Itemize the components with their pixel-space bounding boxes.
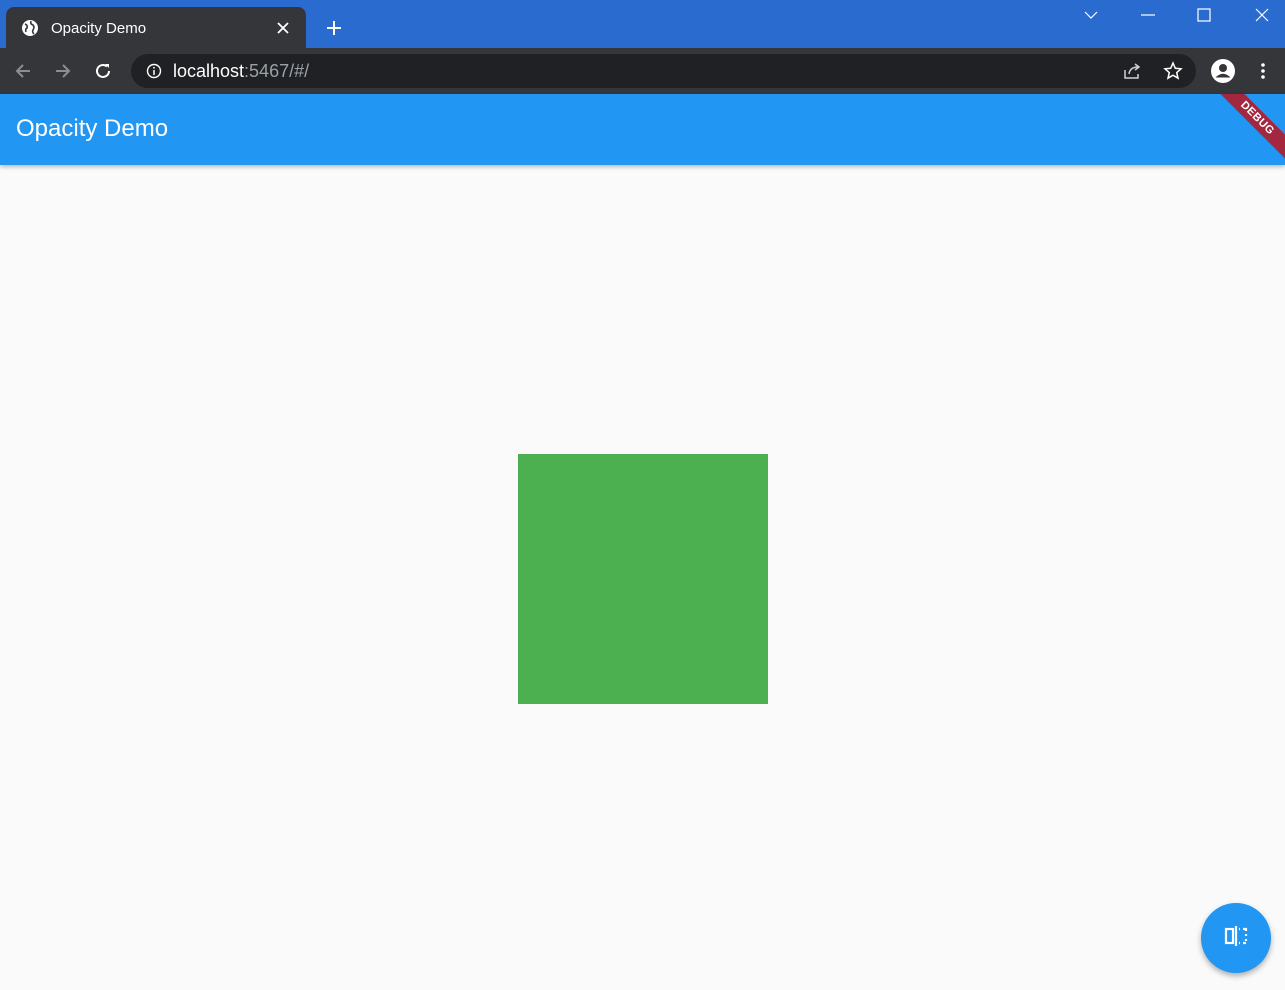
toggle-opacity-button[interactable] [1201,903,1271,973]
browser-tab[interactable]: Opacity Demo [6,7,306,49]
page-title: Opacity Demo [16,115,169,142]
tab-title: Opacity Demo [51,19,147,37]
url-text: localhost:5467/#/ [173,61,309,82]
arrow-left-icon[interactable] [7,55,39,87]
share-icon[interactable] [1119,57,1147,85]
green-square [518,454,768,704]
address-bar[interactable]: localhost:5467/#/ [131,54,1196,88]
minimize-icon[interactable] [1125,0,1171,30]
plus-icon[interactable] [320,14,348,42]
star-icon[interactable] [1159,57,1187,85]
info-icon[interactable] [145,62,163,80]
maximize-icon[interactable] [1181,0,1227,30]
flip-icon [1223,923,1249,954]
url-host: localhost [173,60,245,81]
app-bar: Opacity Demo DEBUG [0,94,1285,165]
close-icon[interactable] [1239,0,1285,30]
browser-titlebar: Opacity Demo [0,0,1285,49]
url-path: :5467/#/ [244,60,310,81]
globe-icon [20,18,40,38]
debug-banner: DEBUG [1208,94,1285,165]
chevron-down-icon[interactable] [1068,0,1114,30]
person-icon[interactable] [1207,55,1239,87]
browser-toolbar: localhost:5467/#/ [0,48,1285,94]
arrow-right-icon[interactable] [47,55,79,87]
reload-icon[interactable] [87,55,119,87]
close-icon[interactable] [272,17,294,39]
kebab-menu-icon[interactable] [1247,55,1279,87]
